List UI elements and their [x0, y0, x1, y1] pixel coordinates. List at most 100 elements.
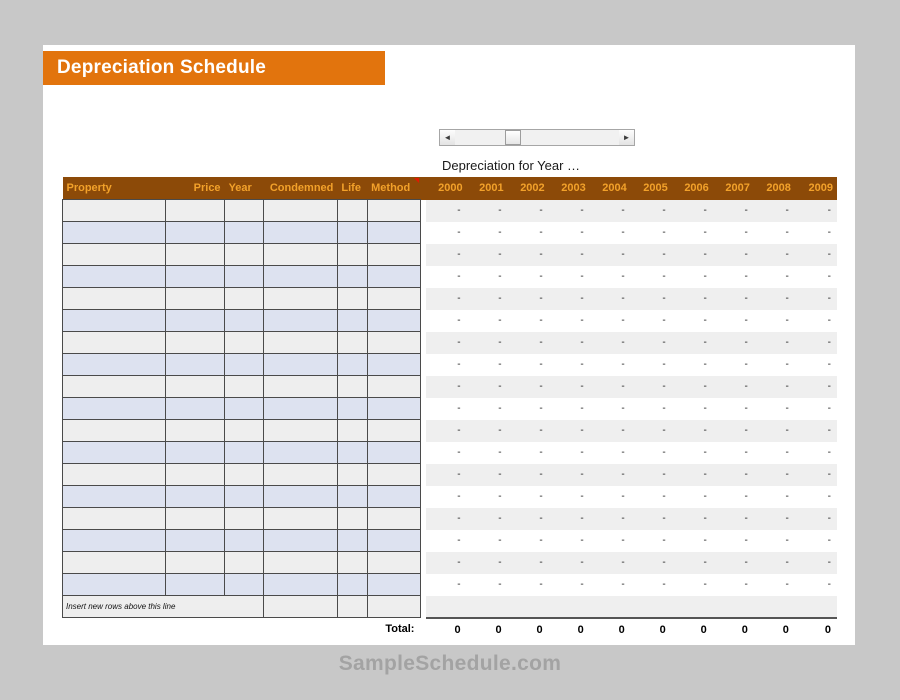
cell-life[interactable]	[336, 551, 368, 574]
cell-condemned[interactable]	[263, 441, 338, 464]
cell-property[interactable]	[62, 309, 166, 332]
cell-year[interactable]	[224, 463, 265, 486]
cell-year[interactable]	[224, 199, 265, 222]
cell-condemned[interactable]	[263, 529, 338, 552]
cell-method[interactable]	[366, 485, 421, 508]
cell-life[interactable]	[336, 375, 368, 398]
cell-property[interactable]	[62, 265, 166, 288]
cell-property[interactable]	[62, 353, 166, 376]
cell-year[interactable]	[224, 287, 265, 310]
cell-method[interactable]	[366, 353, 421, 376]
cell-condemned[interactable]	[263, 243, 338, 266]
cell-price[interactable]	[164, 419, 226, 442]
col-header-year-2009[interactable]: 2009	[794, 177, 837, 200]
cell-life[interactable]	[336, 331, 368, 354]
cell-year[interactable]	[224, 375, 265, 398]
col-header-year-2002[interactable]: 2002	[507, 177, 549, 200]
cell-year[interactable]	[224, 397, 265, 420]
cell-property[interactable]	[62, 397, 166, 420]
cell-price[interactable]	[164, 375, 226, 398]
cell-year[interactable]	[224, 331, 265, 354]
cell-condemned[interactable]	[263, 595, 338, 618]
cell-property[interactable]	[62, 507, 166, 530]
cell-property[interactable]	[62, 375, 166, 398]
cell-property[interactable]	[62, 419, 166, 442]
cell-method[interactable]	[366, 287, 421, 310]
cell-condemned[interactable]	[263, 309, 338, 332]
cell-year[interactable]	[224, 573, 265, 596]
cell-condemned[interactable]	[263, 199, 338, 222]
cell-method[interactable]	[366, 243, 421, 266]
cell-property[interactable]	[62, 485, 166, 508]
cell-condemned[interactable]	[263, 265, 338, 288]
cell-year[interactable]	[224, 441, 265, 464]
cell-property[interactable]	[62, 287, 166, 310]
cell-price[interactable]	[164, 551, 226, 574]
cell-year[interactable]	[224, 551, 265, 574]
cell-life[interactable]	[336, 595, 368, 618]
cell-property[interactable]	[62, 529, 166, 552]
cell-property[interactable]	[62, 551, 166, 574]
scroll-left-arrow-icon[interactable]: ◄	[440, 130, 455, 145]
cell-year[interactable]	[224, 221, 265, 244]
cell-property[interactable]	[62, 243, 166, 266]
col-header-price[interactable]: Price	[165, 177, 225, 200]
cell-condemned[interactable]	[263, 221, 338, 244]
col-header-year-2006[interactable]: 2006	[671, 177, 713, 200]
cell-year[interactable]	[224, 353, 265, 376]
cell-condemned[interactable]	[263, 573, 338, 596]
cell-life[interactable]	[336, 485, 368, 508]
cell-price[interactable]	[164, 199, 226, 222]
scrollbar-track[interactable]	[455, 130, 619, 145]
cell-price[interactable]	[164, 441, 226, 464]
cell-year[interactable]	[224, 529, 265, 552]
cell-property[interactable]	[62, 221, 166, 244]
col-header-year-2003[interactable]: 2003	[548, 177, 590, 200]
cell-life[interactable]	[336, 287, 368, 310]
cell-method[interactable]	[366, 221, 421, 244]
cell-price[interactable]	[164, 309, 226, 332]
col-header-year-2007[interactable]: 2007	[712, 177, 754, 200]
col-header-year-2001[interactable]: 2001	[466, 177, 508, 200]
cell-method[interactable]	[366, 309, 421, 332]
cell-method[interactable]	[366, 463, 421, 486]
cell-life[interactable]	[336, 573, 368, 596]
cell-price[interactable]	[164, 397, 226, 420]
cell-price[interactable]	[164, 265, 226, 288]
col-header-property[interactable]: Property	[62, 177, 166, 200]
cell-method[interactable]	[366, 529, 421, 552]
cell-condemned[interactable]	[263, 507, 338, 530]
cell-year[interactable]	[224, 265, 265, 288]
year-scrollbar[interactable]: ◄ ►	[439, 129, 635, 146]
cell-property[interactable]	[62, 331, 166, 354]
cell-life[interactable]	[336, 529, 368, 552]
col-header-year-2008[interactable]: 2008	[753, 177, 795, 200]
col-header-year-2000[interactable]: 2000	[425, 177, 467, 200]
col-header-life[interactable]: Life	[337, 177, 368, 200]
cell-property[interactable]	[62, 199, 166, 222]
cell-method[interactable]	[366, 507, 421, 530]
cell-method[interactable]	[366, 375, 421, 398]
cell-method[interactable]	[366, 397, 421, 420]
cell-method[interactable]	[366, 551, 421, 574]
col-header-year[interactable]: Year	[224, 177, 264, 200]
cell-method[interactable]	[366, 573, 421, 596]
col-header-year-2005[interactable]: 2005	[630, 177, 672, 200]
cell-life[interactable]	[336, 309, 368, 332]
cell-life[interactable]	[336, 265, 368, 288]
cell-condemned[interactable]	[263, 375, 338, 398]
cell-year[interactable]	[224, 485, 265, 508]
cell-price[interactable]	[164, 507, 226, 530]
col-header-year-2004[interactable]: 2004	[589, 177, 631, 200]
cell-method[interactable]	[366, 419, 421, 442]
cell-life[interactable]	[336, 353, 368, 376]
cell-condemned[interactable]	[263, 397, 338, 420]
cell-method[interactable]	[366, 595, 421, 618]
scrollbar-thumb[interactable]	[505, 130, 521, 145]
cell-method[interactable]	[366, 199, 421, 222]
cell-price[interactable]	[164, 287, 226, 310]
cell-price[interactable]	[164, 221, 226, 244]
col-header-method[interactable]: Method	[367, 177, 421, 200]
cell-year[interactable]	[224, 419, 265, 442]
cell-condemned[interactable]	[263, 463, 338, 486]
